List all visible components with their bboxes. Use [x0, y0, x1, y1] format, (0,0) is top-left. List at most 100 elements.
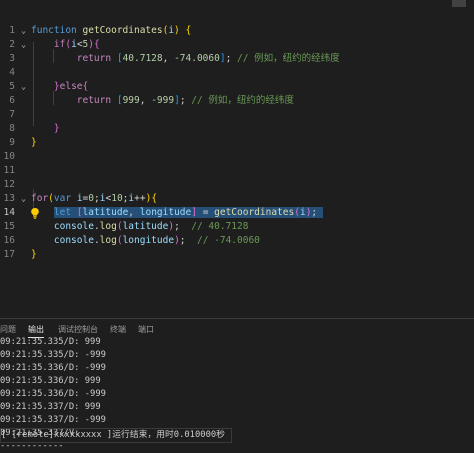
- code-text: console.log(longitude); // -74.0060: [31, 234, 260, 248]
- code-token: {: [94, 39, 100, 50]
- code-text: }else{: [31, 80, 88, 94]
- code-token: longitude: [139, 207, 192, 218]
- code-token: function: [31, 25, 77, 36]
- line-number: 15: [3, 221, 15, 232]
- code-token: ;: [179, 95, 192, 106]
- code-token: [317, 207, 323, 218]
- code-token: ;: [179, 235, 197, 246]
- bottom-panel: 问题 输出 调试控制台 终端 端口 09:21:35.335/D: 999 09…: [0, 318, 474, 451]
- line-number: 3: [9, 53, 15, 64]
- tab-output[interactable]: 输出: [28, 324, 44, 338]
- code-line[interactable]: 16 console.log(longitude); // -74.0060: [0, 234, 474, 248]
- code-token: getCoordinates: [214, 207, 295, 218]
- output-line: 09:21:35.336/D: -999: [0, 389, 106, 399]
- line-number: 6: [9, 95, 15, 106]
- code-token: ;: [174, 221, 192, 232]
- code-token: return: [76, 95, 112, 106]
- code-line[interactable]: 13 ⌄ for(var i=0;i<10;i++){: [0, 192, 474, 206]
- code-text: console.log(latitude); // 40.7128: [31, 220, 249, 234]
- code-token: ;: [225, 53, 238, 64]
- tab-debug-console[interactable]: 调试控制台: [58, 324, 98, 335]
- code-token: [71, 207, 77, 218]
- code-line[interactable]: 5 ⌄ }else{: [0, 80, 474, 94]
- output-line: 09:21:35.335/D: -999: [0, 350, 106, 360]
- code-line[interactable]: 4: [0, 66, 474, 80]
- fold-chevron-icon[interactable]: ⌄: [19, 24, 28, 38]
- code-token: longitude: [122, 235, 175, 246]
- line-number: 13: [3, 193, 15, 204]
- code-token: // 例如，纽约的经纬度: [237, 53, 340, 64]
- code-line[interactable]: 15 console.log(latitude); // 40.7128: [0, 220, 474, 234]
- code-editor[interactable]: 1 ⌄ function getCoordinates(i) { 2 ⌄ if(i<5…: [0, 0, 474, 318]
- tab-problems[interactable]: 问题: [0, 324, 16, 335]
- fold-chevron-icon[interactable]: ⌄: [19, 80, 28, 94]
- code-line[interactable]: 17}: [0, 248, 474, 262]
- line-number: 9: [9, 137, 15, 148]
- code-token: {: [82, 81, 89, 92]
- code-token: latitude: [82, 207, 129, 218]
- code-token: log: [99, 235, 117, 246]
- scrollbar-indicator[interactable]: [452, 0, 466, 7]
- code-line[interactable]: 1 ⌄ function getCoordinates(i) {: [0, 24, 474, 38]
- code-token: }: [53, 123, 60, 134]
- code-token: [: [76, 207, 83, 218]
- code-token: }: [31, 137, 37, 148]
- line-number: 5: [9, 81, 15, 92]
- code-line[interactable]: 11: [0, 164, 474, 178]
- lightbulb-icon[interactable]: [29, 207, 41, 219]
- tab-ports[interactable]: 端口: [138, 324, 154, 335]
- code-line[interactable]: 3 return [40.7128, -74.0060]; // 例如，纽约的经…: [0, 52, 474, 66]
- code-token: else: [59, 81, 83, 92]
- line-number: 2: [9, 39, 15, 50]
- line-number: 10: [3, 151, 15, 162]
- code-token: // 40.7128: [191, 221, 249, 232]
- code-line[interactable]: 7: [0, 108, 474, 122]
- code-token: if: [53, 39, 66, 50]
- code-token: -999: [151, 95, 175, 106]
- code-text: }: [31, 248, 37, 262]
- code-token: ,: [162, 53, 175, 64]
- output-line: 09:21:35.337/D: -999: [0, 415, 106, 425]
- output-line: 09:21:35.337/D: 999: [0, 402, 101, 412]
- code-text: }: [31, 136, 37, 150]
- code-line[interactable]: 14 let [latitude, longitude] = getCoordi…: [0, 206, 474, 220]
- code-token: console: [53, 235, 94, 246]
- code-token: {: [179, 25, 192, 36]
- code-token: latitude: [122, 221, 169, 232]
- code-text: let [latitude, longitude] = getCoordinat…: [31, 206, 323, 220]
- code-text: if(i<5){: [31, 38, 100, 52]
- code-token: var: [53, 193, 72, 204]
- code-line[interactable]: 6 return [999, -999]; // 例如，纽约的经纬度: [0, 94, 474, 108]
- code-line[interactable]: 2 ⌄ if(i<5){: [0, 38, 474, 52]
- code-token: getCoordinates: [82, 25, 163, 36]
- line-number: 4: [9, 67, 15, 78]
- tab-terminal[interactable]: 终端: [110, 324, 126, 335]
- code-token: i: [299, 207, 306, 218]
- line-number: 8: [9, 123, 15, 134]
- code-token: 40.7128: [122, 53, 163, 64]
- code-token: 10: [111, 193, 123, 204]
- code-line[interactable]: 10: [0, 150, 474, 164]
- code-token: log: [99, 221, 117, 232]
- code-token: // 例如，纽约的经纬度: [191, 95, 294, 106]
- code-line[interactable]: 12: [0, 178, 474, 192]
- code-text: return [40.7128, -74.0060]; // 例如，纽约的经纬度: [31, 52, 340, 66]
- code-line[interactable]: 8 }: [0, 122, 474, 136]
- output-line: 09:21:35.335/D: 999: [0, 337, 101, 347]
- code-token: =: [196, 207, 215, 218]
- output-line: 09:21:35.336/D: -999: [0, 363, 106, 373]
- line-number: 12: [3, 179, 15, 190]
- fold-chevron-icon[interactable]: ⌄: [19, 38, 28, 52]
- line-number: 17: [3, 249, 15, 260]
- code-text: return [999, -999]; // 例如，纽约的经纬度: [31, 94, 294, 108]
- code-token: // -74.0060: [196, 235, 260, 246]
- fold-chevron-icon[interactable]: ⌄: [19, 192, 28, 206]
- code-line[interactable]: 9}: [0, 136, 474, 150]
- line-number: 7: [9, 109, 15, 120]
- line-number: 11: [3, 165, 15, 176]
